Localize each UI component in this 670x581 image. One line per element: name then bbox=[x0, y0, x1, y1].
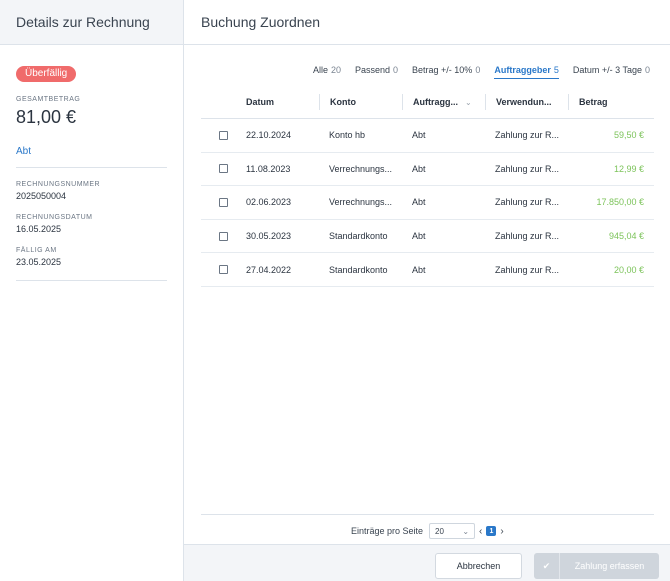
row-checkbox[interactable] bbox=[219, 164, 228, 174]
filter-tab-datum[interactable]: Datum +/- 3 Tage 0 bbox=[573, 65, 650, 79]
cell-datum: 30.05.2023 bbox=[246, 231, 292, 242]
invoice-details-title: Details zur Rechnung bbox=[0, 0, 183, 45]
footer-bar: Abbrechen ✔ Zahlung erfassen bbox=[184, 544, 670, 581]
column-header-datum[interactable]: Datum bbox=[236, 86, 319, 118]
cell-auftraggeber: Abt bbox=[412, 163, 426, 174]
chevron-left-icon[interactable]: ‹ bbox=[479, 526, 482, 537]
header-select bbox=[201, 86, 236, 118]
per-page-select[interactable]: 20 ⌄ bbox=[429, 523, 476, 539]
cell-datum: 22.10.2024 bbox=[246, 130, 292, 141]
cell-konto: Verrechnungs... bbox=[329, 163, 393, 174]
column-header-auftraggeber[interactable]: Auftragg... ⌄ bbox=[402, 94, 485, 110]
invoice-date-label: RECHNUNGSDATUM bbox=[16, 214, 93, 221]
chevron-down-icon: ⌄ bbox=[462, 526, 470, 536]
due-date-label: FÄLLIG AM bbox=[16, 247, 57, 254]
cell-konto: Standardkonto bbox=[329, 231, 388, 242]
invoice-details-panel: Details zur Rechnung Überfällig GESAMTBE… bbox=[0, 0, 184, 581]
table-row[interactable]: 27.04.2022 Standardkonto Abt Zahlung zur… bbox=[201, 253, 654, 287]
table-header: Datum Konto Auftragg... ⌄ Verwendun... B… bbox=[201, 86, 654, 119]
filter-tab-alle[interactable]: Alle 20 bbox=[313, 65, 341, 79]
cell-datum: 27.04.2022 bbox=[246, 264, 292, 275]
table-row[interactable]: 02.06.2023 Verrechnungs... Abt Zahlung z… bbox=[201, 186, 654, 220]
cell-auftraggeber: Abt bbox=[412, 264, 426, 275]
cell-betrag: 20,00 € bbox=[613, 264, 644, 275]
column-header-betrag[interactable]: Betrag bbox=[568, 94, 654, 110]
filter-tab-passend[interactable]: Passend 0 bbox=[355, 65, 398, 79]
divider bbox=[16, 167, 167, 168]
cell-auftraggeber: Abt bbox=[412, 197, 426, 208]
column-header-konto[interactable]: Konto bbox=[319, 94, 402, 110]
row-checkbox[interactable] bbox=[219, 265, 228, 275]
filter-tab-betrag[interactable]: Betrag +/- 10% 0 bbox=[412, 65, 480, 79]
cell-betrag: 945,04 € bbox=[608, 231, 644, 242]
cell-datum: 11.08.2023 bbox=[246, 163, 291, 174]
cell-konto: Standardkonto bbox=[329, 264, 388, 275]
cell-betrag: 59,50 € bbox=[613, 130, 644, 141]
cell-auftraggeber: Abt bbox=[412, 231, 426, 242]
cell-betrag: 17.850,00 € bbox=[596, 197, 644, 208]
cell-verwendung: Zahlung zur R... bbox=[495, 197, 560, 208]
row-checkbox[interactable] bbox=[219, 197, 228, 207]
cell-konto: Verrechnungs... bbox=[329, 197, 393, 208]
table-row[interactable]: 22.10.2024 Konto hb Abt Zahlung zur R...… bbox=[201, 119, 654, 153]
cell-datum: 02.06.2023 bbox=[246, 197, 292, 208]
column-header-verwendung[interactable]: Verwendun... bbox=[485, 94, 568, 110]
cell-verwendung: Zahlung zur R... bbox=[495, 231, 560, 242]
payer-link[interactable]: Abt bbox=[16, 146, 167, 157]
total-label: GESAMTBETRAG bbox=[16, 96, 81, 103]
per-page-label: Einträge pro Seite bbox=[351, 526, 424, 536]
cell-verwendung: Zahlung zur R... bbox=[495, 130, 560, 141]
cell-verwendung: Zahlung zur R... bbox=[495, 163, 560, 174]
overdue-badge: Überfällig bbox=[16, 66, 77, 82]
total-value: 81,00 € bbox=[16, 107, 77, 127]
check-icon: ✔ bbox=[534, 553, 560, 579]
assign-booking-panel: Buchung Zuordnen Alle 20 Passend 0 Betrag … bbox=[184, 0, 670, 581]
chevron-right-icon[interactable]: › bbox=[500, 526, 503, 537]
cell-betrag: 12,99 € bbox=[613, 163, 644, 174]
row-checkbox[interactable] bbox=[219, 130, 228, 140]
submit-payment-button[interactable]: ✔ Zahlung erfassen bbox=[534, 553, 659, 579]
invoice-date: 16.05.2025 bbox=[16, 224, 62, 234]
chevron-down-icon: ⌄ bbox=[465, 97, 472, 107]
bookings-table: Datum Konto Auftragg... ⌄ Verwendun... B… bbox=[201, 86, 654, 287]
pagination: Einträge pro Seite 20 ⌄ ‹ 1 › bbox=[351, 523, 508, 539]
table-row[interactable]: 30.05.2023 Standardkonto Abt Zahlung zur… bbox=[201, 220, 654, 254]
assign-booking-title: Buchung Zuordnen bbox=[184, 0, 670, 45]
filter-tab-auftraggeber[interactable]: Auftraggeber 5 bbox=[494, 65, 559, 79]
page-button-current[interactable]: 1 bbox=[486, 526, 497, 536]
invoice-number-label: RECHNUNGSNUMMER bbox=[16, 181, 101, 188]
cell-verwendung: Zahlung zur R... bbox=[495, 264, 560, 275]
cell-konto: Konto hb bbox=[329, 130, 366, 141]
invoice-number: 2025050004 bbox=[16, 191, 67, 201]
table-row[interactable]: 11.08.2023 Verrechnungs... Abt Zahlung z… bbox=[201, 153, 654, 187]
due-date: 23.05.2025 bbox=[16, 257, 62, 267]
cancel-button[interactable]: Abbrechen bbox=[435, 553, 522, 579]
row-checkbox[interactable] bbox=[219, 231, 228, 241]
divider bbox=[16, 280, 167, 281]
divider bbox=[201, 514, 654, 515]
cell-auftraggeber: Abt bbox=[412, 130, 426, 141]
filter-tabs: Alle 20 Passend 0 Betrag +/- 10% 0 Auftragg… bbox=[313, 65, 650, 79]
